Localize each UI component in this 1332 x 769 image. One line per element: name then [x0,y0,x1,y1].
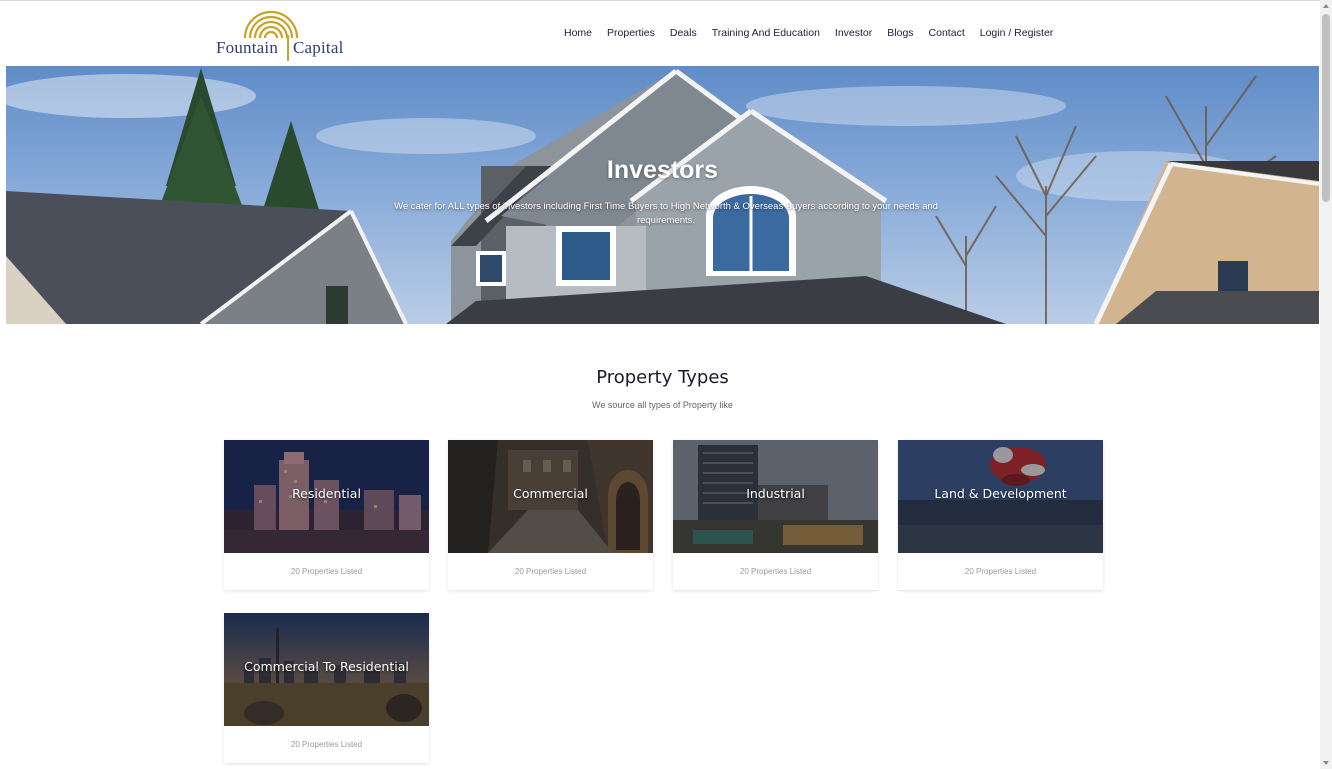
page-scrollbar[interactable] [1320,0,1332,769]
hero-subtitle: We cater for ALL types of investors incl… [394,201,938,226]
brand-name-left: Fountain [216,38,279,57]
card-label: Land & Development [934,486,1067,501]
nav-investor[interactable]: Investor [835,27,872,39]
nav-home[interactable]: Home [564,27,592,39]
card-count: 20 Properties Listed [290,567,363,576]
card-count: 20 Properties Listed [290,740,363,749]
nav-training-and-education[interactable]: Training And Education [712,27,820,39]
nav-login-register[interactable]: Login / Register [980,27,1054,39]
property-type-card-residential[interactable]: Residential 20 Properties Listed [224,440,429,590]
card-label: Commercial To Residential [244,659,409,674]
card-count: 20 Properties Listed [739,567,812,576]
card-label: Commercial [513,486,588,501]
card-label: Industrial [746,486,805,501]
site-header: Fountain Capital Home Properties Deals T… [0,0,1320,66]
scroll-up-arrow-icon[interactable] [1323,4,1329,8]
scroll-down-arrow-icon[interactable] [1323,761,1329,765]
nav-deals[interactable]: Deals [670,27,697,39]
nav-contact[interactable]: Contact [929,27,965,39]
scrollbar-thumb[interactable] [1322,14,1330,202]
card-count: 20 Properties Listed [514,567,587,576]
main-nav: Home Properties Deals Training And Educa… [564,27,1068,39]
property-type-card-industrial[interactable]: Industrial 20 Properties Listed [673,440,878,590]
brand-logo[interactable]: Fountain Capital [214,5,354,63]
section-subtitle: We source all types of Property like [592,400,733,410]
property-type-card-commercial[interactable]: Commercial 20 Properties Listed [448,440,653,590]
nav-blogs[interactable]: Blogs [887,27,913,39]
property-type-card-land-development[interactable]: Land & Development 20 Properties Listed [898,440,1103,590]
nav-properties[interactable]: Properties [607,27,655,39]
brand-name-right: Capital [293,38,344,57]
hero-title: Investors [606,156,719,184]
brand-divider [287,35,289,61]
card-count: 20 Properties Listed [964,567,1037,576]
hero-banner: Investors We cater for ALL types of inve… [6,66,1319,324]
card-label: Residential [292,486,361,501]
property-type-card-commercial-to-residential[interactable]: Commercial To Residential 20 Properties … [224,613,429,763]
houses-hero-image [6,68,1319,324]
rainbow-arch-icon [243,10,299,39]
section-title: Property Types [596,367,729,388]
